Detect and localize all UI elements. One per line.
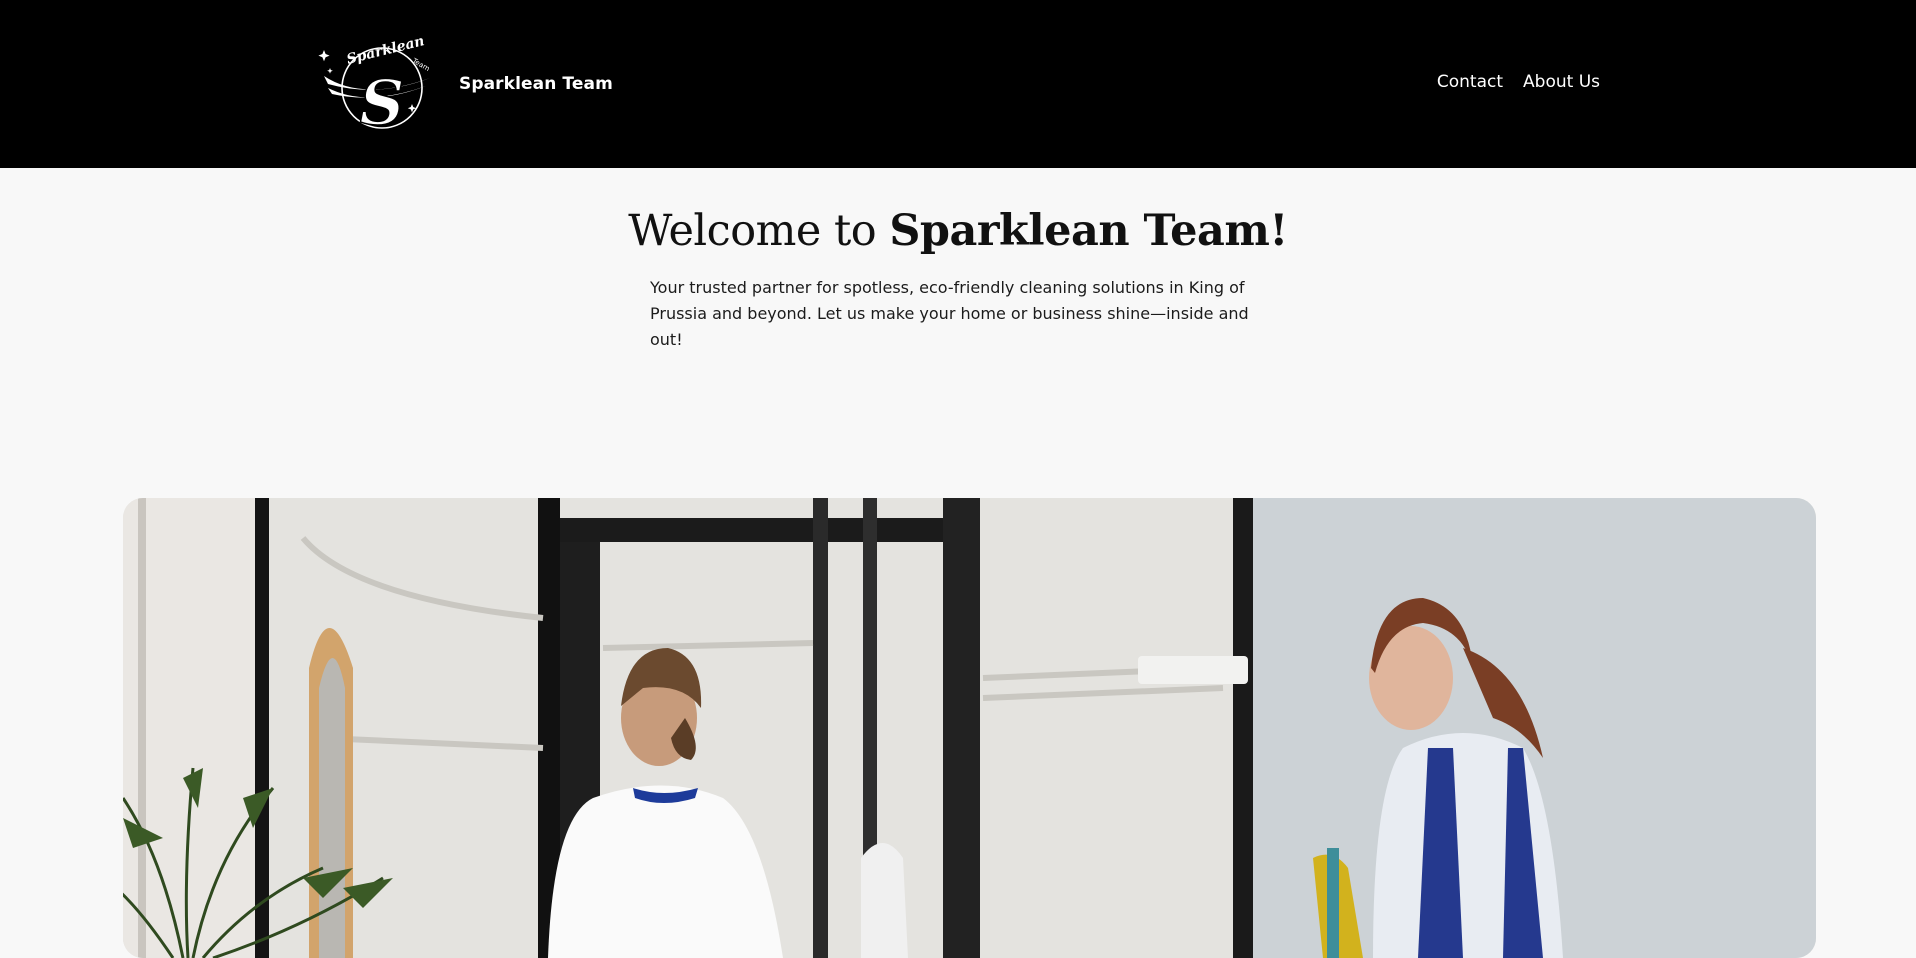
hero-description: Your trusted partner for spotless, eco-f… — [650, 278, 1249, 349]
hero-title: Welcome to Sparklean Team! — [0, 202, 1916, 260]
hero-title-brand: Sparklean Team! — [889, 206, 1288, 256]
logo-subtext: Team — [410, 56, 431, 73]
hero-image — [123, 498, 1816, 958]
brand-link[interactable]: S Sparklean Team Sparklean Team — [318, 36, 613, 132]
sparklean-logo: S Sparklean Team — [318, 36, 431, 132]
hero-title-prefix: Welcome to — [628, 206, 877, 256]
cleaning-team-photo — [123, 498, 1816, 958]
nav-about-us[interactable]: About Us — [1523, 72, 1600, 92]
site-header: S Sparklean Team Sparklean Team Contact … — [0, 0, 1916, 168]
nav-contact[interactable]: Contact — [1437, 72, 1503, 92]
brand-name: Sparklean Team — [459, 74, 613, 94]
logo-letter: S — [360, 66, 405, 132]
main-nav: Contact About Us — [1437, 72, 1600, 92]
